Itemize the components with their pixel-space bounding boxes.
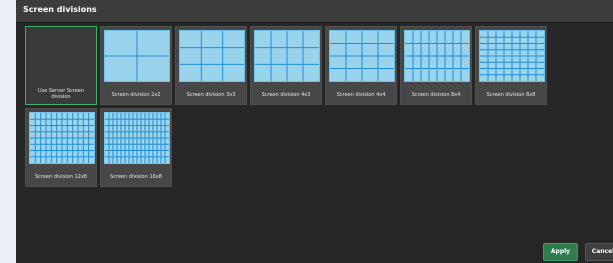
division-option-label: Screen division 8x4 bbox=[411, 92, 461, 98]
division-option-label: Screen division 4x3 bbox=[261, 92, 311, 98]
grid-preview-icon bbox=[104, 30, 170, 82]
division-option[interactable]: Screen division 16x8 bbox=[100, 108, 172, 187]
division-option-label: Screen division 12x8 bbox=[34, 174, 87, 180]
grid-preview-icon bbox=[254, 30, 320, 82]
dialog-title: Screen divisions bbox=[23, 5, 97, 14]
cancel-button[interactable]: Cancel bbox=[585, 243, 613, 261]
grid-preview-icon bbox=[179, 30, 245, 82]
division-option[interactable]: Screen division 2x2 bbox=[100, 26, 172, 105]
division-option-label: Screen division 3x3 bbox=[186, 92, 236, 98]
division-option[interactable]: Screen division 4x3 bbox=[250, 26, 322, 105]
division-option[interactable]: Use Server Screen division bbox=[25, 26, 97, 105]
division-option-label: Screen division 16x8 bbox=[109, 174, 162, 180]
division-option-label: Use Server Screen division bbox=[37, 88, 85, 100]
dialog-titlebar: Screen divisions bbox=[16, 0, 613, 23]
division-option-label: Screen division 4x4 bbox=[336, 92, 386, 98]
left-margin bbox=[0, 0, 16, 263]
division-option[interactable]: Screen division 3x3 bbox=[175, 26, 247, 105]
grid-preview-icon bbox=[404, 30, 470, 82]
division-option[interactable]: Screen division 8x8 bbox=[475, 26, 547, 105]
grid-preview-icon bbox=[479, 30, 545, 82]
division-option-label: Screen division 2x2 bbox=[111, 92, 161, 98]
division-option-label: Screen division 8x8 bbox=[486, 92, 536, 98]
apply-button[interactable]: Apply bbox=[543, 243, 578, 261]
division-option[interactable]: Screen division 4x4 bbox=[325, 26, 397, 105]
grid-preview-icon bbox=[104, 112, 170, 164]
grid-preview-icon bbox=[29, 112, 95, 164]
grid-preview-icon bbox=[329, 30, 395, 82]
division-option[interactable]: Screen division 8x4 bbox=[400, 26, 472, 105]
screen-divisions-dialog: Screen divisions Use Server Screen divis… bbox=[16, 0, 613, 263]
division-option[interactable]: Screen division 12x8 bbox=[25, 108, 97, 187]
